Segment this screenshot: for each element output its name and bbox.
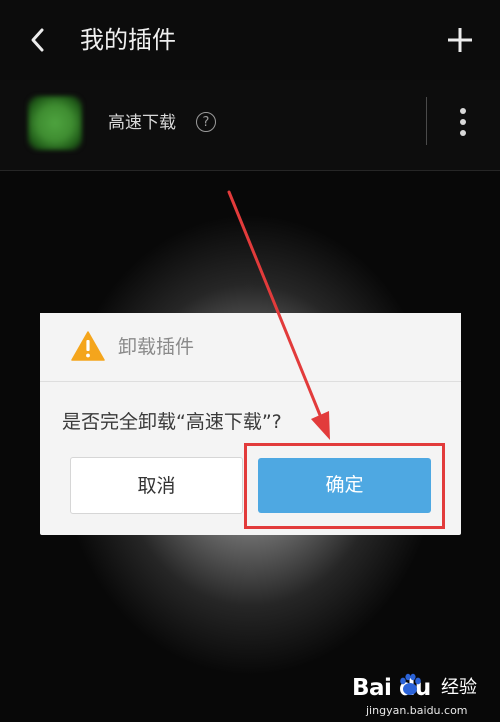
plugin-icon (28, 96, 82, 150)
plus-icon (448, 28, 472, 52)
dialog-message: 是否完全卸载“高速下载”? (62, 411, 282, 433)
annotation-highlight-box (244, 443, 445, 529)
divider (426, 97, 427, 145)
baidu-jingyan-watermark: Bai du 经验 jingyan.baidu.com (352, 660, 492, 720)
app-header: 我的插件 (0, 0, 500, 80)
divider (0, 170, 500, 171)
cancel-button[interactable]: 取消 (70, 457, 243, 514)
plugin-name: 高速下载 (108, 113, 176, 133)
help-icon[interactable]: ? (196, 112, 216, 132)
dialog-title: 卸载插件 (118, 336, 195, 358)
watermark-url: jingyan.baidu.com (366, 704, 468, 717)
chevron-left-icon (31, 28, 44, 52)
dialog-header: 卸载插件 (40, 313, 461, 382)
add-plugin-button[interactable] (440, 20, 480, 60)
more-options-button[interactable] (450, 104, 476, 140)
page-title: 我的插件 (80, 26, 176, 54)
back-button[interactable] (22, 22, 54, 58)
jingyan-text: 经验 (441, 677, 477, 698)
screen: 我的插件 高速下载 ? 卸载插件 是否完全卸载“高速下载”? 取消 确定 Bai… (0, 0, 500, 722)
dot-icon (460, 130, 466, 136)
dot-icon (460, 119, 466, 125)
paw-icon (400, 673, 421, 695)
warning-icon (71, 331, 105, 361)
dot-icon (460, 108, 466, 114)
